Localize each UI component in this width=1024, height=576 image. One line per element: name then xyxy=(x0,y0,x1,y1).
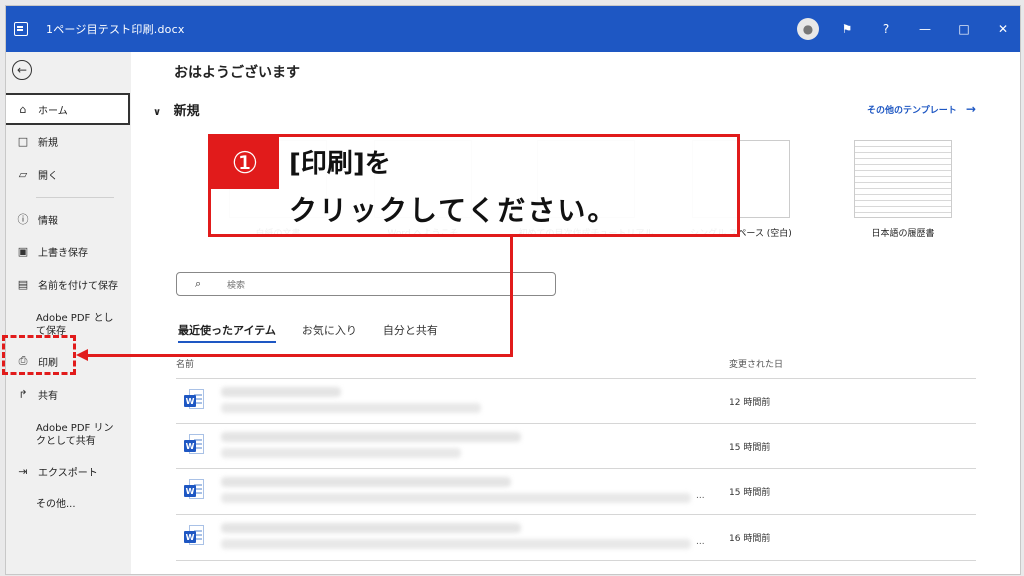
blurred-file-name xyxy=(221,477,511,487)
truncation-dots: ... xyxy=(696,491,705,501)
arrow-right-icon: → xyxy=(965,102,976,116)
callout-line-2: クリックしてください。 xyxy=(289,194,618,227)
word-window: 1ページ目テスト印刷.docx ● ⚑ ? — □ ✕ ← ⌂ ホーム □ 新規… xyxy=(6,6,1020,574)
sidebar-item-save-as[interactable]: ▤ 名前を付けて保存 xyxy=(6,273,131,295)
chevron-down-icon: ∨ xyxy=(153,107,162,118)
table-row[interactable]: W 12 時間前 xyxy=(176,379,976,423)
sidebar-item-label: 名前を付けて保存 xyxy=(38,280,118,292)
sidebar-item-label: 上書き保存 xyxy=(38,247,88,259)
user-avatar-icon[interactable]: ● xyxy=(797,18,819,40)
word-app-icon xyxy=(14,22,28,36)
share-icon: ↱ xyxy=(18,387,28,401)
table-row[interactable]: W ... 15 時間前 xyxy=(176,469,976,513)
search-icon: ⌕ xyxy=(195,277,202,290)
export-icon: ⇥ xyxy=(18,464,28,478)
sidebar-item-label: ホーム xyxy=(38,105,68,117)
blurred-file-name xyxy=(221,432,521,442)
instruction-callout: ① [印刷]を クリックしてください。 xyxy=(208,134,740,237)
back-arrow-icon[interactable]: ← xyxy=(12,60,32,80)
coauthoring-icon[interactable]: ⚑ xyxy=(836,18,858,40)
maximize-button[interactable]: □ xyxy=(953,18,975,40)
sidebar-item-export[interactable]: ⇥ エクスポート xyxy=(6,460,131,482)
blurred-file-path xyxy=(221,493,691,503)
help-button[interactable]: ? xyxy=(875,18,897,40)
modified-time: 15 時間前 xyxy=(729,443,771,453)
home-icon: ⌂ xyxy=(19,102,27,116)
save-as-icon: ▤ xyxy=(17,277,29,291)
word-document-icon: W xyxy=(184,389,205,410)
close-button[interactable]: ✕ xyxy=(992,18,1014,40)
template-japanese-resume[interactable]: 日本語の履歴書 xyxy=(843,140,963,239)
word-document-icon: W xyxy=(184,479,205,500)
blurred-file-name xyxy=(221,523,521,533)
sidebar-item-info[interactable]: ⓘ 情報 xyxy=(6,208,131,230)
tab-recent[interactable]: 最近使ったアイテム xyxy=(178,322,276,343)
backstage-sidebar: ← ⌂ ホーム □ 新規 ▱ 開く ⓘ 情報 ▣ 上書き保存 ▤ 名前を付けて保… xyxy=(6,52,131,574)
template-label: 日本語の履歴書 xyxy=(871,229,935,239)
blurred-file-path xyxy=(221,403,481,413)
blurred-file-name xyxy=(221,387,341,397)
sidebar-item-label: 開く xyxy=(38,170,58,182)
more-templates-link[interactable]: その他のテンプレート → xyxy=(867,102,976,116)
modified-time: 16 時間前 xyxy=(729,534,771,544)
new-section-title: 新規 xyxy=(173,104,200,119)
word-document-icon: W xyxy=(184,434,205,455)
info-icon: ⓘ xyxy=(17,213,29,226)
sidebar-divider xyxy=(36,197,114,198)
modified-time: 15 時間前 xyxy=(729,488,771,498)
blurred-file-path xyxy=(221,539,691,549)
callout-arrow-icon xyxy=(76,349,88,361)
title-bar: 1ページ目テスト印刷.docx ● ⚑ ? — □ ✕ xyxy=(6,6,1020,52)
template-thumbnail xyxy=(854,140,952,218)
sidebar-item-new[interactable]: □ 新規 xyxy=(6,130,131,152)
sidebar-item-home[interactable]: ⌂ ホーム xyxy=(6,93,130,125)
sidebar-item-label: 共有 xyxy=(38,390,58,402)
callout-connector-line xyxy=(510,237,513,357)
new-section-header[interactable]: ∨ 新規 xyxy=(153,100,200,119)
column-header-name[interactable]: 名前 xyxy=(176,357,194,370)
tab-favorites[interactable]: お気に入り xyxy=(302,322,357,343)
save-icon: ▣ xyxy=(17,244,29,258)
window-title: 1ページ目テスト印刷.docx xyxy=(46,23,185,36)
table-divider xyxy=(176,560,976,561)
sidebar-item-label: Adobe PDF リンクとして共有 xyxy=(36,423,114,447)
sidebar-item-more[interactable]: その他... xyxy=(6,493,131,515)
column-header-modified[interactable]: 変更された日 xyxy=(729,357,783,370)
new-document-icon: □ xyxy=(17,134,29,148)
modified-time: 12 時間前 xyxy=(729,398,771,408)
sidebar-item-label: その他... xyxy=(36,498,76,510)
greeting-title: おはようございます xyxy=(174,65,300,81)
tab-shared[interactable]: 自分と共有 xyxy=(383,322,438,343)
step-number-badge: ① xyxy=(211,137,279,189)
blurred-file-path xyxy=(221,448,461,458)
sidebar-item-share[interactable]: ↱ 共有 xyxy=(6,383,131,405)
search-box[interactable]: ⌕ xyxy=(176,272,556,296)
callout-connector-line xyxy=(86,354,513,357)
table-row[interactable]: W ... 16 時間前 xyxy=(176,515,976,559)
folder-icon: ▱ xyxy=(18,167,28,181)
truncation-dots: ... xyxy=(696,537,705,547)
word-document-icon: W xyxy=(184,525,205,546)
sidebar-item-share-adobe-pdf-link[interactable]: Adobe PDF リンクとして共有 xyxy=(6,420,121,450)
print-highlight-box xyxy=(2,335,76,375)
file-tabs: 最近使ったアイテム お気に入り 自分と共有 xyxy=(178,322,438,343)
search-input[interactable] xyxy=(225,276,529,294)
minimize-button[interactable]: — xyxy=(914,18,936,40)
sidebar-item-open[interactable]: ▱ 開く xyxy=(6,163,131,185)
more-templates-label: その他のテンプレート xyxy=(867,106,957,116)
sidebar-item-label: 情報 xyxy=(38,215,58,227)
sidebar-item-label: 新規 xyxy=(38,137,58,149)
sidebar-item-save[interactable]: ▣ 上書き保存 xyxy=(6,240,131,262)
sidebar-item-label: エクスポート xyxy=(38,467,98,479)
callout-line-1: [印刷]を xyxy=(289,149,391,179)
table-row[interactable]: W 15 時間前 xyxy=(176,424,976,468)
home-pane: おはようございます ∨ 新規 その他のテンプレート → 白紙の文書 Word へ… xyxy=(131,52,1020,574)
